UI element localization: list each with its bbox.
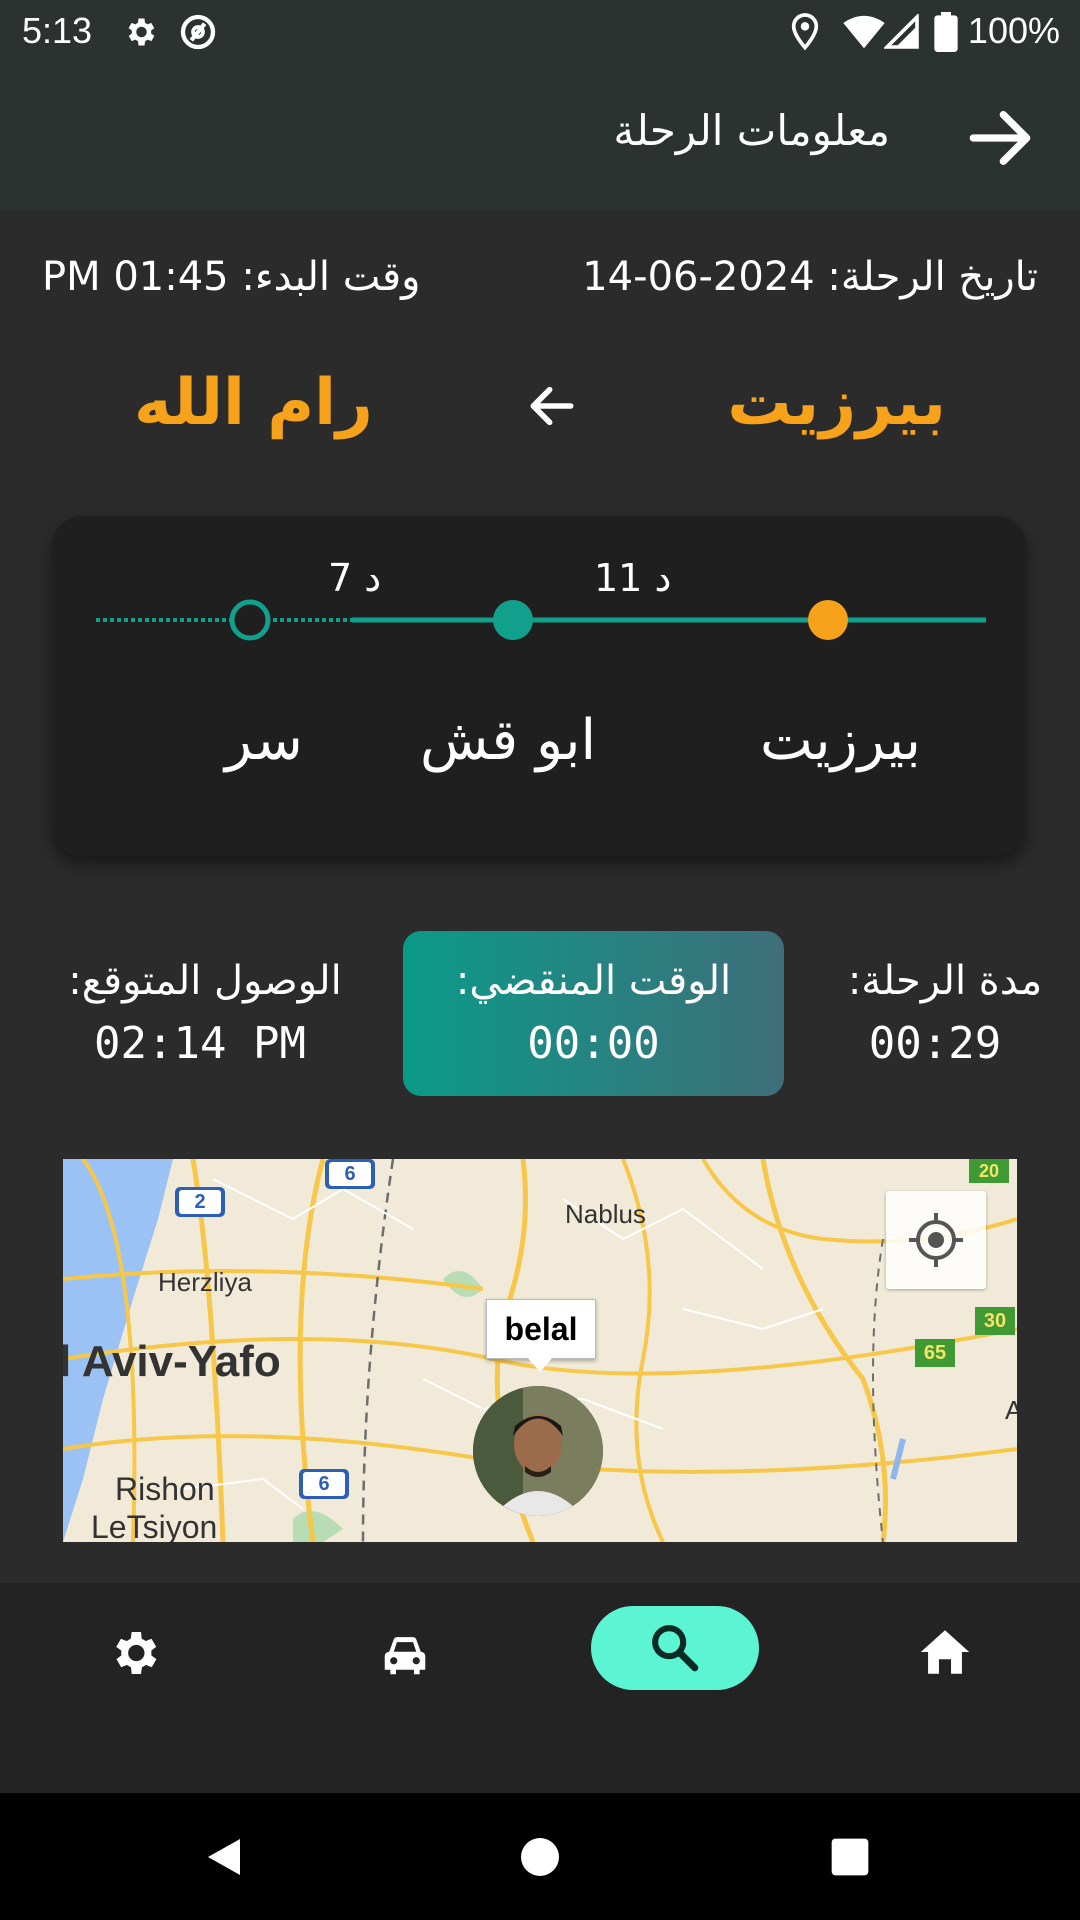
user-marker-label[interactable]: belal [486,1299,596,1359]
to-city: رام الله [134,366,373,440]
home-icon[interactable] [916,1623,974,1681]
stop-marker-middle [493,600,533,640]
user-avatar-marker[interactable] [473,1386,603,1516]
vpn-icon [180,14,216,50]
location-pin-icon [791,13,819,51]
car-icon[interactable] [378,1627,432,1681]
stop-name-start: بيرزيت [760,708,921,773]
road-shield-6-top: 6 [325,1159,375,1189]
nav-home-icon[interactable] [516,1833,564,1881]
app-bar: معلومات الرحلة [0,64,1080,210]
map-label-letsiyon: LeTsiyon [91,1509,218,1542]
trip-date: تاريخ الرحلة: 2024-06-14 [582,254,1038,300]
road-shield-2: 2 [175,1187,225,1217]
map-label-nablus: Nablus [565,1199,646,1229]
search-icon [652,1625,699,1672]
marker-label-pointer [526,1356,554,1372]
battery-percent: 100% [967,10,1060,51]
road-shield-6-bottom: 6 [299,1469,349,1499]
wifi-icon [843,15,885,49]
trip-start-time: وقت البدء: 01:45 PM [42,254,421,300]
my-location-button[interactable] [886,1191,986,1289]
system-navigation-bar [0,1793,1080,1920]
status-bar: 5:13 100% [0,0,1080,64]
settings-gear-icon [128,18,155,46]
map-view[interactable]: 2 6 6 65 30 20 Nablus Herzliya l Aviv-Ya… [63,1159,1017,1542]
page-title: معلومات الرحلة [613,106,890,155]
map-label-tel-aviv: l Aviv-Yafo [63,1337,281,1386]
nav-recents-icon[interactable] [828,1835,872,1879]
status-time: 5:13 [22,10,93,51]
route-timeline [96,599,986,641]
map-label-herzliya: Herzliya [158,1267,252,1297]
bottom-navigation [0,1583,1080,1793]
map-label-rishon: Rishon [115,1471,215,1507]
battery-icon [934,12,958,52]
search-tab-active[interactable] [591,1606,759,1690]
stop-name-middle: ابو قش [420,708,597,773]
arrival-value: 02:14 PM [94,1018,306,1069]
elapsed-time-label: الوقت المنقضي: [455,958,732,1004]
road-shield-20: 20 [969,1159,1009,1183]
direction-arrow-icon [530,386,574,426]
road-shield-65: 65 [915,1339,955,1367]
stop-marker-end [229,599,271,641]
settings-icon[interactable] [106,1625,162,1681]
map-label-edge: A [1005,1395,1017,1425]
segment-duration-1: 11 د [594,556,672,600]
trip-duration-value: 00:29 [868,1018,1002,1069]
elapsed-time-value: 00:00 [527,1018,660,1069]
from-city: بيرزيت [727,366,946,440]
back-arrow-icon[interactable] [960,98,1040,178]
avatar-icon [473,1386,603,1516]
trip-duration-label: مدة الرحلة: [847,958,1043,1004]
arrival-label: الوصول المتوقع: [68,958,342,1004]
road-shield-30: 30 [975,1307,1015,1335]
segment-duration-2: 7 د [328,556,382,600]
signal-icon [884,14,919,49]
stop-marker-start [808,600,848,640]
nav-back-icon[interactable] [200,1833,248,1881]
stop-name-end: سر [225,708,303,773]
elapsed-time-box [403,931,784,1096]
crosshair-icon [909,1213,963,1267]
